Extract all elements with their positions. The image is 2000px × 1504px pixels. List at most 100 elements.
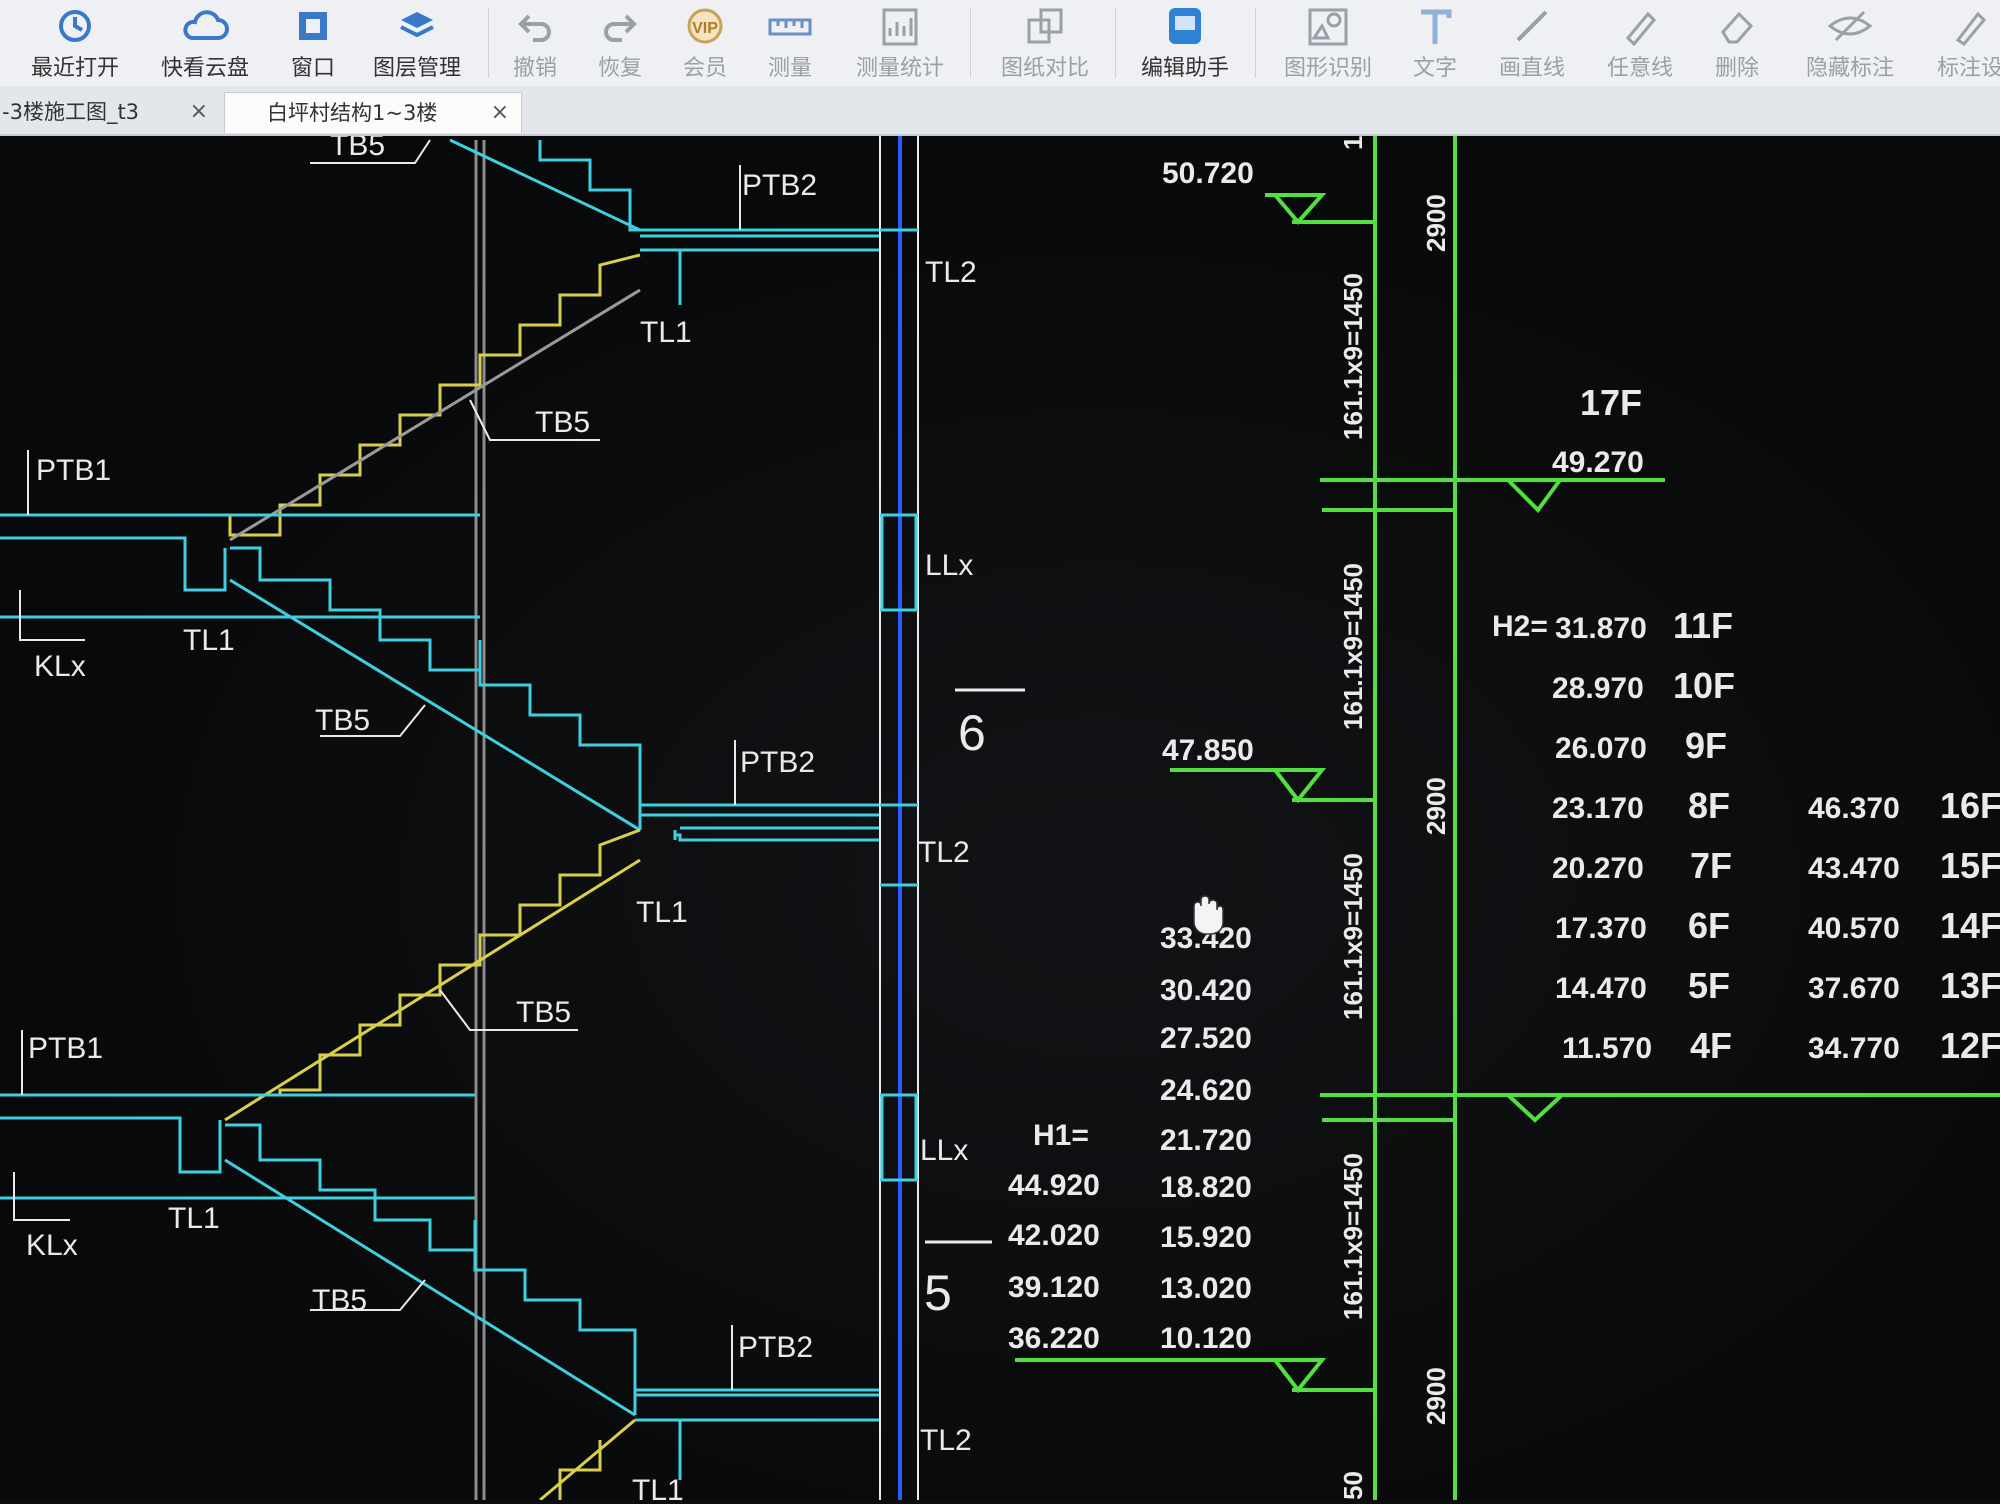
label-klx-lower: KLx bbox=[26, 1229, 78, 1262]
document-tab-bar: -3楼施工图_t3 × 白坪村结构1~3楼 × bbox=[0, 86, 2000, 136]
elevation-49270: 49.270 bbox=[1552, 446, 1644, 479]
dim-storey: 2900 bbox=[1421, 194, 1451, 252]
measure-button[interactable]: 测量 bbox=[745, 4, 835, 82]
elevation-47850: 47.850 bbox=[1162, 734, 1254, 767]
close-icon[interactable]: × bbox=[491, 93, 509, 133]
toolbar-divider bbox=[1115, 8, 1116, 78]
window-button[interactable]: 窗口 bbox=[268, 4, 358, 82]
redo-button[interactable]: 恢复 bbox=[575, 4, 665, 82]
redo-icon bbox=[604, 14, 637, 42]
h1-elevation-right: 33.420 30.420 27.520 24.620 21.720 18.82… bbox=[1160, 922, 1252, 1355]
h1-elev: 36.220 bbox=[1008, 1322, 1100, 1355]
text-tool-label: 文字 bbox=[1412, 56, 1457, 81]
h2-floor-upper: 12F bbox=[1940, 1025, 2000, 1066]
h2-elev: 14.470 bbox=[1555, 972, 1647, 1005]
tab-construction-drawing[interactable]: -3楼施工图_t3 × bbox=[0, 92, 220, 132]
vip-badge-text: VIP bbox=[692, 20, 718, 37]
cloud-disk-button[interactable]: 快看云盘 bbox=[160, 4, 250, 82]
h2-elev-upper: 34.770 bbox=[1808, 1032, 1900, 1065]
h1-elev: 42.020 bbox=[1008, 1219, 1100, 1252]
drawing-compare-label: 图纸对比 bbox=[1000, 56, 1089, 81]
h2-floor: 6F bbox=[1688, 905, 1730, 946]
undo-button[interactable]: 撤销 bbox=[490, 4, 580, 82]
h1-elev: 30.420 bbox=[1160, 974, 1252, 1007]
hand-cursor-icon bbox=[1193, 895, 1224, 935]
label-tl2-bottom: TL2 bbox=[920, 1424, 972, 1457]
undo-label: 撤销 bbox=[512, 56, 557, 81]
annotation-settings-button[interactable]: 标注设 bbox=[1930, 4, 2000, 82]
shape-recognition-label: 图形识别 bbox=[1283, 56, 1372, 81]
h1-elev: 10.120 bbox=[1160, 1322, 1252, 1355]
freehand-line-button[interactable]: 任意线 bbox=[1595, 4, 1685, 82]
window-icon bbox=[299, 12, 327, 40]
label-klx-upper: KLx bbox=[34, 650, 86, 683]
label-tl1-left-lower: TL1 bbox=[168, 1202, 220, 1235]
measure-stats-button[interactable]: 测量统计 bbox=[850, 4, 950, 82]
close-icon[interactable]: × bbox=[190, 92, 208, 132]
label-tl1-top: TL1 bbox=[640, 316, 692, 349]
h2-elev: 26.070 bbox=[1555, 732, 1647, 765]
annotation-settings-label: 标注设 bbox=[1936, 56, 2000, 81]
tab-structure-drawing[interactable]: 白坪村结构1~3楼 × bbox=[224, 92, 522, 133]
h2-floor-upper: 13F bbox=[1940, 965, 2000, 1006]
h1-elev: 18.820 bbox=[1160, 1171, 1252, 1204]
line-icon bbox=[1516, 10, 1548, 42]
recent-open-label: 最近打开 bbox=[30, 56, 119, 81]
h2-label: H2= bbox=[1492, 610, 1548, 643]
dim-flight: 161.1x9=1450 bbox=[1338, 1153, 1368, 1320]
h2-elev-upper: 37.670 bbox=[1808, 972, 1900, 1005]
vip-button[interactable]: VIP 会员 bbox=[660, 4, 750, 82]
cloud-icon bbox=[183, 10, 229, 40]
h2-floor-upper: 16F bbox=[1940, 785, 2000, 826]
compare-icon bbox=[1027, 8, 1063, 44]
h2-elev-upper: 40.570 bbox=[1808, 912, 1900, 945]
shape-recognition-icon bbox=[1308, 8, 1348, 46]
layer-management-label: 图层管理 bbox=[372, 56, 461, 81]
text-tool-button[interactable]: 文字 bbox=[1390, 4, 1480, 82]
redo-label: 恢复 bbox=[597, 56, 642, 81]
undo-icon bbox=[518, 14, 551, 42]
edit-assistant-label: 编辑助手 bbox=[1140, 56, 1229, 81]
hide-annotation-button[interactable]: 隐藏标注 bbox=[1800, 4, 1900, 82]
shape-recognition-button[interactable]: 图形识别 bbox=[1278, 4, 1378, 82]
label-tl1-bottom: TL1 bbox=[632, 1474, 684, 1500]
h1-elev: 21.720 bbox=[1160, 1124, 1252, 1157]
h1-elev: 44.920 bbox=[1008, 1169, 1100, 1202]
edit-assistant-button[interactable]: 编辑助手 bbox=[1135, 4, 1235, 82]
h2-elev-upper: 43.470 bbox=[1808, 852, 1900, 885]
h2-elev: 20.270 bbox=[1552, 852, 1644, 885]
label-ptb1-upper: PTB1 bbox=[36, 454, 111, 487]
ruler-icon bbox=[768, 18, 812, 36]
cad-drawing: PTB2 TL2 TL1 TB5 TB5 PTB1 TL1 KLx LLx TB… bbox=[0, 121, 2000, 1504]
h2-floor: 5F bbox=[1688, 965, 1730, 1006]
dim-edge-top: 16 bbox=[1338, 136, 1368, 150]
label-tl1-mid: TL1 bbox=[636, 896, 688, 929]
label-ptb1-lower: PTB1 bbox=[28, 1032, 103, 1065]
layers-icon bbox=[400, 12, 434, 38]
draw-line-button[interactable]: 画直线 bbox=[1487, 4, 1577, 82]
cloud-disk-label: 快看云盘 bbox=[160, 56, 249, 81]
recent-open-button[interactable]: 最近打开 bbox=[30, 4, 120, 82]
text-icon bbox=[1421, 9, 1452, 44]
vip-icon: VIP bbox=[687, 8, 723, 44]
h1-elev: 39.120 bbox=[1008, 1271, 1100, 1304]
dim-storey: 2900 bbox=[1421, 1367, 1451, 1425]
label-ptb2-bottom: PTB2 bbox=[738, 1331, 813, 1364]
measure-label: 测量 bbox=[767, 56, 812, 81]
eraser-icon bbox=[1721, 11, 1754, 44]
h2-floor: 9F bbox=[1685, 725, 1727, 766]
tab-label: -3楼施工图_t3 bbox=[2, 100, 140, 124]
recent-clock-icon bbox=[59, 10, 91, 42]
label-ptb2-top: PTB2 bbox=[742, 169, 817, 202]
h2-elev: 11.570 bbox=[1562, 1032, 1652, 1065]
delete-button[interactable]: 删除 bbox=[1692, 4, 1782, 82]
layer-management-button[interactable]: 图层管理 bbox=[372, 4, 462, 82]
label-llx-upper: LLx bbox=[925, 549, 973, 582]
drawing-canvas[interactable]: PTB2 TL2 TL1 TB5 TB5 PTB1 TL1 KLx LLx TB… bbox=[0, 121, 2000, 1504]
measure-stats-icon bbox=[882, 8, 918, 46]
h2-elev: 17.370 bbox=[1555, 912, 1647, 945]
measure-stats-label: 测量统计 bbox=[855, 56, 944, 81]
label-tl1-left-upper: TL1 bbox=[183, 624, 235, 657]
edit-assistant-icon bbox=[1169, 8, 1201, 44]
drawing-compare-button[interactable]: 图纸对比 bbox=[995, 4, 1095, 82]
